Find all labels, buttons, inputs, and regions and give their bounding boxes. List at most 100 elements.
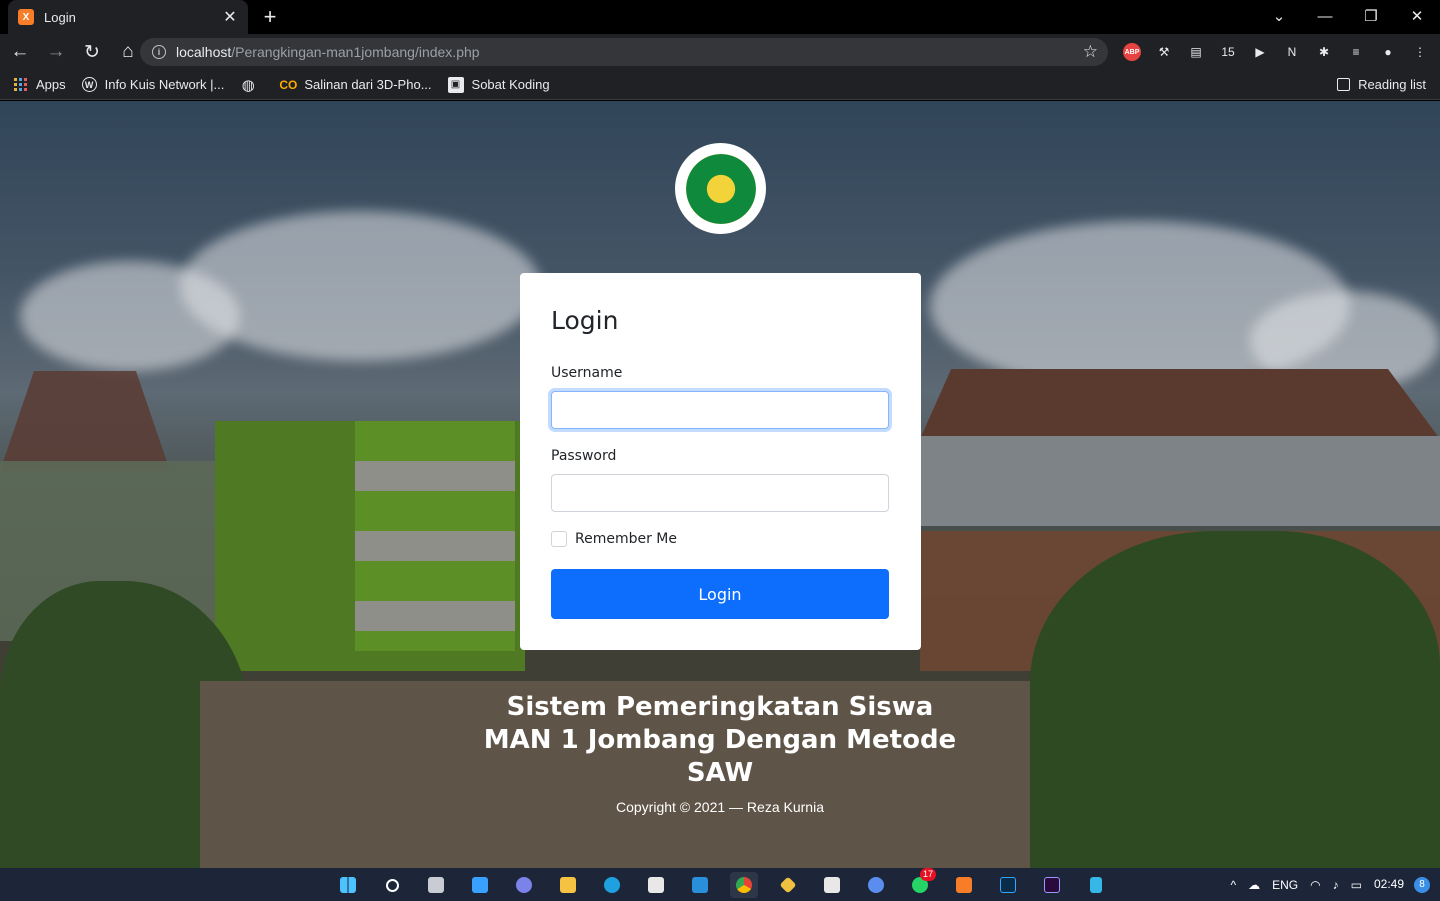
xampp-favicon-icon: X xyxy=(18,9,34,25)
password-input[interactable] xyxy=(551,474,889,512)
photoshop-icon xyxy=(1000,877,1016,893)
back-button[interactable]: ← xyxy=(4,36,36,68)
background-cloud xyxy=(20,261,240,371)
extension-hammer-icon[interactable]: ⚒ xyxy=(1152,40,1176,64)
reading-list-label: Reading list xyxy=(1358,77,1426,92)
browser-tab[interactable]: X Login ✕ xyxy=(8,0,248,34)
edge-button[interactable] xyxy=(598,872,626,898)
whatsapp-button[interactable]: 17 xyxy=(906,868,936,898)
bookmark-info-kuis[interactable]: W Info Kuis Network |... xyxy=(81,77,224,92)
address-bar[interactable]: i localhost/Perangkingan-man1jombang/ind… xyxy=(140,38,1108,66)
restore-button[interactable]: ❐ xyxy=(1348,0,1394,32)
site-title: Sistem Pemeringkatan Siswa MAN 1 Jombang… xyxy=(483,692,957,788)
window-controls: ⌄ — ❐ ✕ xyxy=(1256,0,1440,34)
reading-list-button[interactable]: Reading list xyxy=(1337,77,1426,92)
wordpress-icon: W xyxy=(81,77,97,92)
site-info-icon[interactable]: i xyxy=(152,45,166,59)
whatsapp-badge: 17 xyxy=(919,868,936,881)
login-card: Login Username Password Remember Me Logi… xyxy=(520,273,921,650)
man-1-jombang-emblem-icon xyxy=(685,153,756,224)
file-explorer-button[interactable] xyxy=(554,872,582,898)
store-button[interactable] xyxy=(642,872,670,898)
xampp-icon xyxy=(956,877,972,893)
volume-icon[interactable]: ♪ xyxy=(1333,878,1339,892)
language-indicator[interactable]: ENG xyxy=(1272,878,1298,892)
profile-avatar-icon[interactable]: ● xyxy=(1376,40,1400,64)
url-host: localhost xyxy=(176,44,232,60)
show-hidden-icons-chevron-icon[interactable]: ^ xyxy=(1230,878,1236,892)
bookmark-globe[interactable]: ◍ xyxy=(240,76,264,94)
search-button[interactable] xyxy=(378,872,406,898)
extensions-puzzle-icon[interactable]: ✱ xyxy=(1312,40,1336,64)
widgets-button[interactable] xyxy=(466,872,494,898)
bookmark-label: Apps xyxy=(36,77,66,92)
tab-title: Login xyxy=(44,9,76,25)
bookmark-apps[interactable]: Apps xyxy=(12,77,66,93)
remember-me-checkbox[interactable] xyxy=(551,531,567,547)
extension-n-icon[interactable]: N xyxy=(1280,40,1304,64)
background-cloud xyxy=(180,211,540,361)
bookmark-label: Sobat Koding xyxy=(471,77,550,92)
task-view-button[interactable] xyxy=(422,872,450,898)
bookmark-label: Salinan dari 3D-Pho... xyxy=(304,77,432,92)
url-path: /Perangkingan-man1jombang/index.php xyxy=(231,44,480,60)
xampp-button[interactable] xyxy=(950,872,978,898)
git-button[interactable] xyxy=(774,872,802,898)
start-button[interactable] xyxy=(334,872,362,898)
remember-me-row[interactable]: Remember Me xyxy=(551,531,677,547)
minimize-button[interactable]: — xyxy=(1302,0,1348,32)
forward-button[interactable]: → xyxy=(40,36,72,68)
bookmark-sobat-koding[interactable]: ▣ Sobat Koding xyxy=(447,76,550,93)
extension-play-icon[interactable]: ▶ xyxy=(1248,40,1272,64)
premiere-icon xyxy=(1044,877,1060,893)
teams-chat-icon xyxy=(516,877,532,893)
battery-icon[interactable]: ▭ xyxy=(1351,878,1362,892)
new-tab-button[interactable]: + xyxy=(258,4,282,30)
store-icon xyxy=(648,877,664,893)
notification-count[interactable]: 8 xyxy=(1414,876,1430,893)
vscode-icon xyxy=(692,877,708,893)
media-queue-icon[interactable]: ≡ xyxy=(1344,40,1368,64)
bookmark-star-icon[interactable]: ☆ xyxy=(1083,42,1098,62)
globe-icon: ◍ xyxy=(241,76,255,94)
username-label: Username xyxy=(551,365,623,381)
photoshop-button[interactable] xyxy=(994,872,1022,898)
close-window-button[interactable]: ✕ xyxy=(1394,0,1440,32)
login-page: Login Username Password Remember Me Logi… xyxy=(0,101,1440,868)
edge-icon xyxy=(604,877,620,893)
login-title: Login xyxy=(551,306,619,335)
vscode-button[interactable] xyxy=(686,872,714,898)
git-icon xyxy=(779,876,797,894)
bookmarks-bar: Apps W Info Kuis Network |... ◍ CO Salin… xyxy=(0,70,1440,100)
copyright-text: Copyright © 2021 — Reza Kurnia xyxy=(616,799,824,815)
reload-button[interactable]: ↻ xyxy=(76,36,108,68)
task-view-icon xyxy=(428,877,444,893)
pentagon-app-icon xyxy=(868,877,884,893)
menu-kebab-icon[interactable]: ⋮ xyxy=(1408,40,1432,64)
extension-calendar-icon[interactable]: 15 xyxy=(1216,40,1240,64)
username-input[interactable] xyxy=(551,391,889,429)
clock[interactable]: 02:49 xyxy=(1374,877,1404,892)
background-school-roof xyxy=(920,369,1440,439)
adblock-plus-icon[interactable]: ABP xyxy=(1123,43,1141,61)
notepad-button[interactable] xyxy=(1082,872,1110,898)
sobat-koding-icon: ▣ xyxy=(447,76,464,93)
chrome-button[interactable] xyxy=(730,872,758,898)
notepad-icon xyxy=(1090,877,1102,893)
tab-search-chevron-icon[interactable]: ⌄ xyxy=(1256,0,1302,32)
chrome-icon xyxy=(736,877,752,893)
bookmark-colab[interactable]: CO Salinan dari 3D-Pho... xyxy=(279,77,432,93)
close-tab-icon[interactable]: ✕ xyxy=(222,7,238,27)
onedrive-cloud-icon[interactable]: ☁ xyxy=(1248,878,1260,892)
app-button[interactable] xyxy=(862,872,890,898)
extensions-area: ABP ⚒ ▤ 15 ▶ N ✱ ≡ ● ⋮ xyxy=(1120,40,1432,64)
login-button[interactable]: Login xyxy=(551,569,889,619)
background-trees-right xyxy=(1030,531,1440,868)
wifi-icon[interactable]: ◠ xyxy=(1310,878,1320,892)
premiere-button[interactable] xyxy=(1038,872,1066,898)
teams-chat-button[interactable] xyxy=(510,872,538,898)
extension-note-icon[interactable]: ▤ xyxy=(1184,40,1208,64)
app-button[interactable] xyxy=(818,872,846,898)
colab-icon: CO xyxy=(279,77,298,92)
remember-me-label: Remember Me xyxy=(575,531,677,547)
